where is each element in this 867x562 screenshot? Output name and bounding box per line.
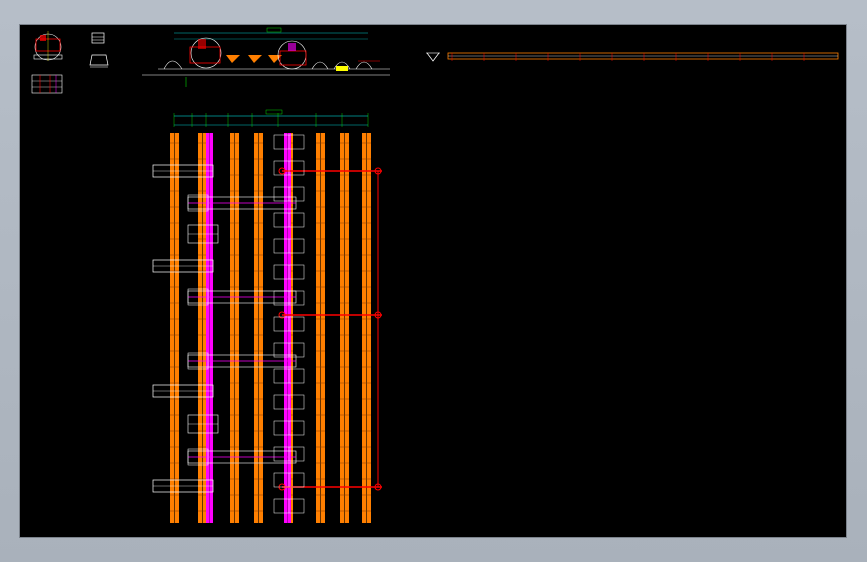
cad-drawing <box>31 27 839 523</box>
plan-view <box>152 109 382 523</box>
cad-canvas[interactable] <box>20 25 846 537</box>
longitudinal-section <box>426 52 839 62</box>
elevation-view <box>142 27 390 87</box>
detail-figure-circular-section <box>33 31 63 61</box>
detail-figure-small-plan <box>31 74 63 94</box>
detail-figure-frame-elevation <box>89 32 109 68</box>
